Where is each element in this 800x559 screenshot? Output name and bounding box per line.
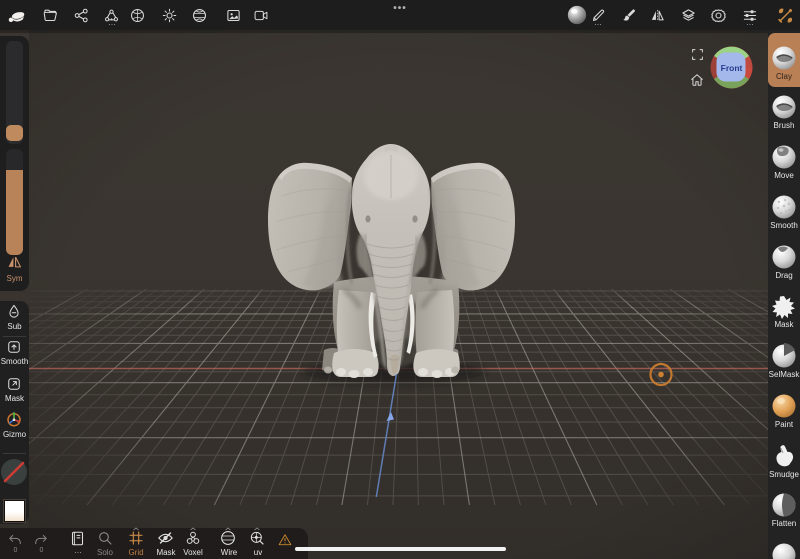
svg-text:Front: Front (721, 63, 743, 73)
